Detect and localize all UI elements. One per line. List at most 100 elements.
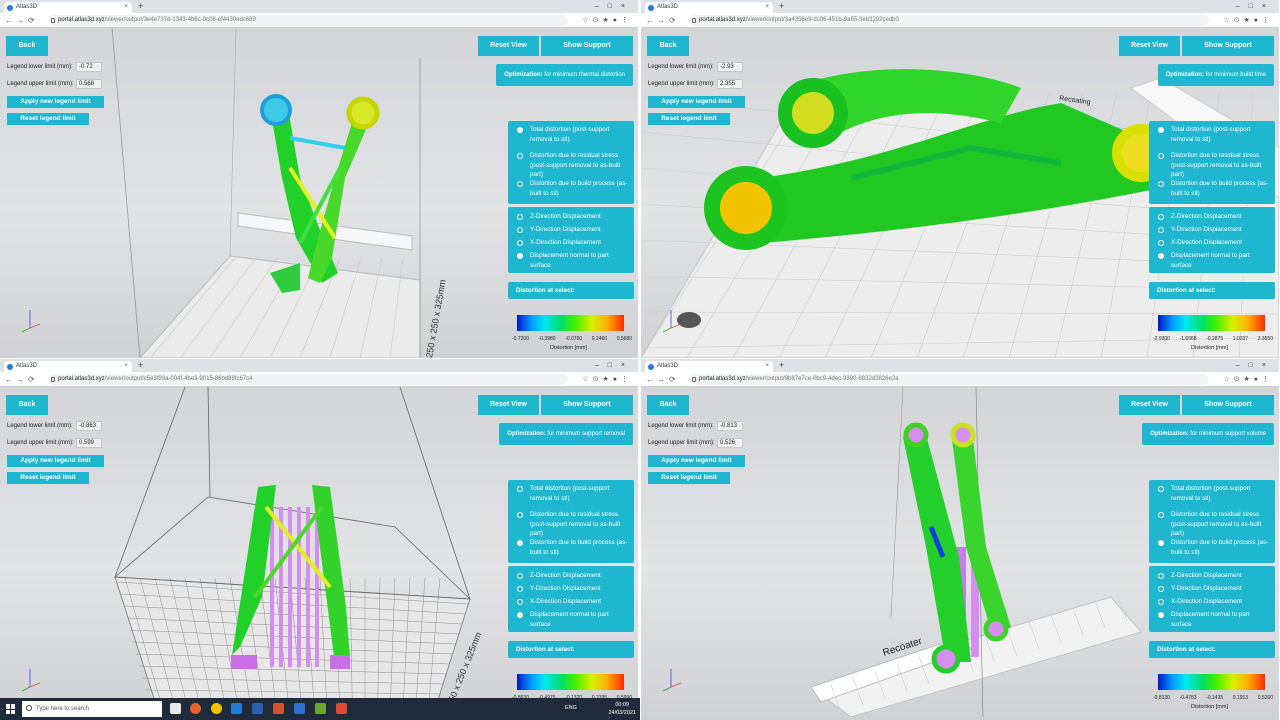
window-controls[interactable]: –□× xyxy=(595,0,634,13)
radio-button[interactable] xyxy=(1158,612,1164,618)
displacement-option[interactable]: Y-Direction Displacement xyxy=(517,225,630,235)
show-support-button[interactable]: Show Support xyxy=(541,36,633,56)
browser-toolbar-icons[interactable]: ☆⊙★●⋮ xyxy=(1223,372,1273,387)
task-view-icon[interactable] xyxy=(170,703,181,714)
new-tab-icon[interactable]: + xyxy=(138,359,143,372)
back-button[interactable]: Back xyxy=(647,395,689,415)
distortion-option[interactable]: Total distortion (post-support removal t… xyxy=(517,484,630,503)
legend-lower-input[interactable]: -2.93 xyxy=(717,62,743,72)
distortion-option[interactable]: Distortion due to residual stress (post-… xyxy=(517,510,630,539)
browser-toolbar-icons[interactable]: ☆⊙★●⋮ xyxy=(1223,13,1273,28)
forward-nav-icon[interactable]: → xyxy=(657,372,665,387)
radio-button[interactable] xyxy=(1158,540,1164,546)
radio-button[interactable] xyxy=(517,240,523,246)
camtasia-icon[interactable] xyxy=(315,703,326,714)
windows-start-icon[interactable] xyxy=(6,704,16,714)
forward-nav-icon[interactable]: → xyxy=(16,13,24,28)
radio-button[interactable] xyxy=(517,586,523,592)
distortion-option[interactable]: Distortion due to residual stress (post-… xyxy=(1158,510,1271,539)
radio-button[interactable] xyxy=(1158,214,1164,220)
radio-button[interactable] xyxy=(517,153,523,159)
displacement-option[interactable]: X-Direction Displacement xyxy=(517,597,630,607)
radio-button[interactable] xyxy=(1158,512,1164,518)
reset-legend-button[interactable]: Reset legend limit xyxy=(648,113,730,125)
taskbar-search-box[interactable]: Type here to search xyxy=(22,701,162,717)
close-tab-icon[interactable]: × xyxy=(765,361,769,372)
new-tab-icon[interactable]: + xyxy=(779,0,784,13)
show-support-button[interactable]: Show Support xyxy=(541,395,633,415)
radio-button[interactable] xyxy=(517,214,523,220)
window-controls[interactable]: –□× xyxy=(1236,359,1275,372)
radio-button[interactable] xyxy=(1158,181,1164,187)
close-tab-icon[interactable]: × xyxy=(765,2,769,13)
radio-button[interactable] xyxy=(1158,573,1164,579)
browser-tab[interactable]: Atlas3D × xyxy=(645,361,773,372)
displacement-option[interactable]: Y-Direction Displacement xyxy=(1158,584,1271,594)
legend-upper-input[interactable]: 0.568 xyxy=(76,79,102,89)
legend-upper-input[interactable]: 0.526 xyxy=(717,438,743,448)
legend-lower-input[interactable]: -0.813 xyxy=(717,421,743,431)
radio-button[interactable] xyxy=(517,540,523,546)
word-icon[interactable] xyxy=(252,703,263,714)
radio-button[interactable] xyxy=(1158,586,1164,592)
window-controls[interactable]: –□× xyxy=(595,359,634,372)
show-support-button[interactable]: Show Support xyxy=(1182,395,1274,415)
reset-view-button[interactable]: Reset View xyxy=(478,36,539,56)
radio-button[interactable] xyxy=(517,127,523,133)
close-tab-icon[interactable]: × xyxy=(124,361,128,372)
radio-button[interactable] xyxy=(517,181,523,187)
displacement-option[interactable]: Displacement normal to part surface xyxy=(1158,251,1271,270)
app-icon[interactable] xyxy=(336,703,347,714)
reset-view-button[interactable]: Reset View xyxy=(1119,395,1180,415)
back-nav-icon[interactable]: ← xyxy=(646,13,654,28)
back-nav-icon[interactable]: ← xyxy=(5,13,13,28)
forward-nav-icon[interactable]: → xyxy=(657,13,665,28)
language-indicator[interactable]: ENG xyxy=(565,705,577,711)
apply-legend-button[interactable]: Apply new legend limit xyxy=(7,455,104,467)
distortion-option[interactable]: Distortion due to build process (as-buil… xyxy=(517,538,630,557)
outlook-icon[interactable] xyxy=(231,703,242,714)
back-nav-icon[interactable]: ← xyxy=(646,372,654,387)
reload-icon[interactable]: ⟳ xyxy=(28,13,35,28)
browser-tab[interactable]: Atlas3D × xyxy=(4,361,132,372)
back-button[interactable]: Back xyxy=(6,36,48,56)
browser-tab[interactable]: Atlas3D × xyxy=(4,2,132,13)
displacement-option[interactable]: Displacement normal to part surface xyxy=(1158,610,1271,629)
window-controls[interactable]: –□× xyxy=(1236,0,1275,13)
distortion-option[interactable]: Total distortion (post-support removal t… xyxy=(1158,484,1271,503)
displacement-option[interactable]: Y-Direction Displacement xyxy=(517,584,630,594)
displacement-option[interactable]: Z-Direction Displacement xyxy=(1158,212,1271,222)
distortion-option[interactable]: Distortion due to build process (as-buil… xyxy=(1158,179,1271,198)
new-tab-icon[interactable]: + xyxy=(138,0,143,13)
reset-legend-button[interactable]: Reset legend limit xyxy=(648,472,730,484)
browser-tab[interactable]: Atlas3D × xyxy=(645,2,773,13)
radio-button[interactable] xyxy=(517,486,523,492)
distortion-option[interactable]: Total distortion (post-support removal t… xyxy=(1158,125,1271,144)
powerpoint-icon[interactable] xyxy=(273,703,284,714)
chrome-icon[interactable] xyxy=(211,703,222,714)
radio-button[interactable] xyxy=(1158,486,1164,492)
displacement-option[interactable]: Displacement normal to part surface xyxy=(517,610,630,629)
radio-button[interactable] xyxy=(517,612,523,618)
distortion-option[interactable]: Distortion due to residual stress (post-… xyxy=(1158,151,1271,180)
displacement-option[interactable]: X-Direction Displacement xyxy=(517,238,630,248)
displacement-option[interactable]: Displacement normal to part surface xyxy=(517,251,630,270)
radio-button[interactable] xyxy=(1158,240,1164,246)
reset-view-button[interactable]: Reset View xyxy=(478,395,539,415)
radio-button[interactable] xyxy=(517,512,523,518)
show-support-button[interactable]: Show Support xyxy=(1182,36,1274,56)
displacement-option[interactable]: Z-Direction Displacement xyxy=(517,212,630,222)
url-field[interactable]: portal.atlas3d.xyz/viewer/output/3e4e737… xyxy=(48,15,568,26)
viewer-canvas[interactable]: Recoating Back Reset View Show Support Legen… xyxy=(641,28,1279,358)
forward-nav-icon[interactable]: → xyxy=(16,372,24,387)
legend-upper-input[interactable]: 2.355 xyxy=(717,79,743,89)
url-field[interactable]: portal.atlas3d.xyz/viewer/output/9b87e7c… xyxy=(689,374,1209,385)
apply-legend-button[interactable]: Apply new legend limit xyxy=(7,96,104,108)
radio-button[interactable] xyxy=(1158,227,1164,233)
radio-button[interactable] xyxy=(517,599,523,605)
distortion-option[interactable]: Distortion due to residual stress (post-… xyxy=(517,151,630,180)
displacement-option[interactable]: Y-Direction Displacement xyxy=(1158,225,1271,235)
distortion-option[interactable]: Distortion due to build process (as-buil… xyxy=(1158,538,1271,557)
displacement-option[interactable]: X-Direction Displacement xyxy=(1158,238,1271,248)
back-button[interactable]: Back xyxy=(6,395,48,415)
